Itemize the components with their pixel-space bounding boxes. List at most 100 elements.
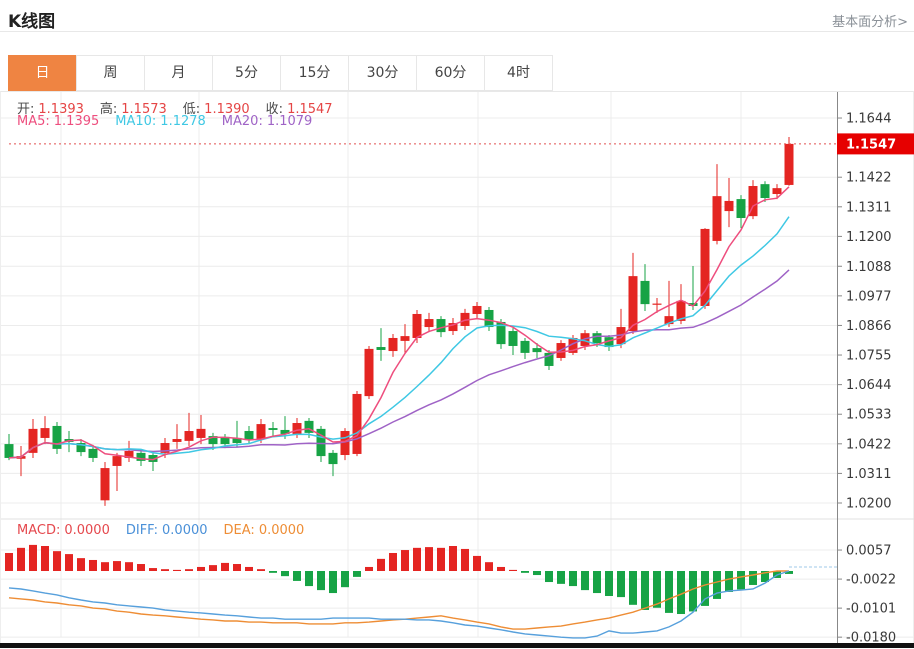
candle-up[interactable] (293, 423, 302, 434)
candle-up[interactable] (197, 429, 206, 438)
candle-down[interactable] (641, 281, 650, 304)
macd-bar-up (77, 558, 85, 571)
candle-up[interactable] (365, 349, 374, 396)
tab-60min[interactable]: 60分 (416, 55, 485, 91)
macd-bar-down (533, 571, 541, 575)
candle-up[interactable] (353, 394, 362, 454)
macd-bar-up (377, 559, 385, 571)
candle-up[interactable] (389, 338, 398, 351)
tab-15min[interactable]: 15分 (280, 55, 349, 91)
macd-bar-up (461, 549, 469, 571)
macd-bar-up (245, 567, 253, 571)
price-tick-label: 1.1422 (846, 171, 892, 186)
macd-bar-up (125, 562, 133, 571)
chart-container: 开:1.1393高:1.1573低:1.1390收:1.1547 MA5:1.1… (0, 91, 914, 645)
macd-bar-down (353, 571, 361, 577)
candle-up[interactable] (713, 196, 722, 241)
candle-down[interactable] (485, 310, 494, 327)
fundamental-analysis-link[interactable]: 基本面分析> (832, 11, 908, 30)
candle-up[interactable] (257, 424, 266, 439)
macd-bar-up (233, 564, 241, 571)
candle-down[interactable] (377, 347, 386, 350)
macd-bar-up (449, 546, 457, 571)
page-title: K线图 (8, 7, 55, 32)
candle-down[interactable] (509, 331, 518, 346)
macd-bar-up (257, 569, 265, 571)
bottom-divider-bar (0, 643, 914, 648)
ma-value-1: 1.1278 (160, 114, 206, 129)
candle-down[interactable] (761, 184, 770, 198)
candle-up[interactable] (413, 314, 422, 338)
macd-value-1: 0.0000 (162, 523, 208, 538)
candle-down[interactable] (329, 453, 338, 464)
macd-bar-up (365, 567, 373, 571)
macd-label-0: MACD: (17, 523, 60, 538)
candle-up[interactable] (629, 276, 638, 331)
macd-bar-down (641, 571, 649, 610)
macd-bar-down (293, 571, 301, 581)
candle-up[interactable] (473, 306, 482, 314)
ma-label-0: MA5: (17, 114, 50, 129)
macd-bar-down (317, 571, 325, 590)
macd-bar-up (53, 551, 61, 571)
candle-up[interactable] (725, 201, 734, 211)
candle-up[interactable] (425, 319, 434, 327)
macd-tick-label: -0.0022 (846, 573, 896, 588)
tab-5min[interactable]: 5分 (212, 55, 281, 91)
candle-up[interactable] (41, 428, 50, 438)
candle-down[interactable] (53, 426, 62, 449)
candle-up[interactable] (401, 336, 410, 341)
macd-bar-up (17, 548, 25, 571)
macd-bar-down (341, 571, 349, 587)
ma-label-1: MA10: (115, 114, 156, 129)
macd-bar-up (437, 548, 445, 571)
candle-down[interactable] (737, 199, 746, 218)
macd-legend: MACD:0.0000DIFF:0.0000DEA:0.0000 (17, 523, 320, 538)
candle-down[interactable] (437, 319, 446, 332)
macd-bar-down (701, 571, 709, 606)
macd-bar-down (269, 571, 277, 573)
tab-30min[interactable]: 30分 (348, 55, 417, 91)
current-price-tag: 1.1547 (837, 133, 914, 154)
candle-up[interactable] (185, 431, 194, 441)
tab-4hour[interactable]: 4时 (484, 55, 553, 91)
tab-week[interactable]: 周 (76, 55, 145, 91)
macd-bar-down (737, 571, 745, 589)
candle-down[interactable] (533, 348, 542, 352)
candle-down[interactable] (89, 449, 98, 458)
price-tick-label: 1.0311 (846, 467, 892, 482)
kline-chart[interactable]: 1.16441.14221.13111.12001.10881.09771.08… (1, 92, 914, 646)
macd-bar-up (209, 565, 217, 571)
macd-value-2: 0.0000 (259, 523, 305, 538)
header-divider (0, 31, 914, 32)
candle-down[interactable] (521, 341, 530, 353)
candle-down[interactable] (5, 444, 14, 458)
tab-day[interactable]: 日 (8, 55, 77, 91)
macd-item-0: MACD:0.0000 (17, 523, 114, 538)
candle-up[interactable] (101, 468, 110, 500)
ma-value-0: 1.1395 (54, 114, 100, 129)
candle-up[interactable] (785, 144, 794, 185)
candle-up[interactable] (113, 456, 122, 466)
candle-up[interactable] (773, 188, 782, 194)
candle-down[interactable] (269, 428, 278, 430)
price-tick-label: 1.0200 (846, 497, 892, 512)
candle-up[interactable] (653, 304, 662, 305)
tab-month[interactable]: 月 (144, 55, 213, 91)
macd-bar-down (281, 571, 289, 576)
macd-bar-up (185, 569, 193, 571)
candle-down[interactable] (593, 333, 602, 343)
price-tick-label: 1.1088 (846, 260, 892, 275)
price-tick-label: 1.0644 (846, 378, 892, 393)
price-axis: 1.16441.14221.13111.12001.10881.09771.08… (837, 92, 896, 646)
current-price-label: 1.1547 (846, 137, 896, 152)
candle-down[interactable] (245, 431, 254, 440)
macd-bar-up (389, 553, 397, 571)
price-tick-label: 1.0866 (846, 319, 892, 334)
candle-up[interactable] (173, 439, 182, 442)
macd-bar-down (521, 571, 529, 573)
macd-bar-down (665, 571, 673, 613)
price-tick-label: 1.1200 (846, 230, 892, 245)
ma10-line (9, 217, 789, 458)
macd-bar-up (173, 570, 181, 571)
